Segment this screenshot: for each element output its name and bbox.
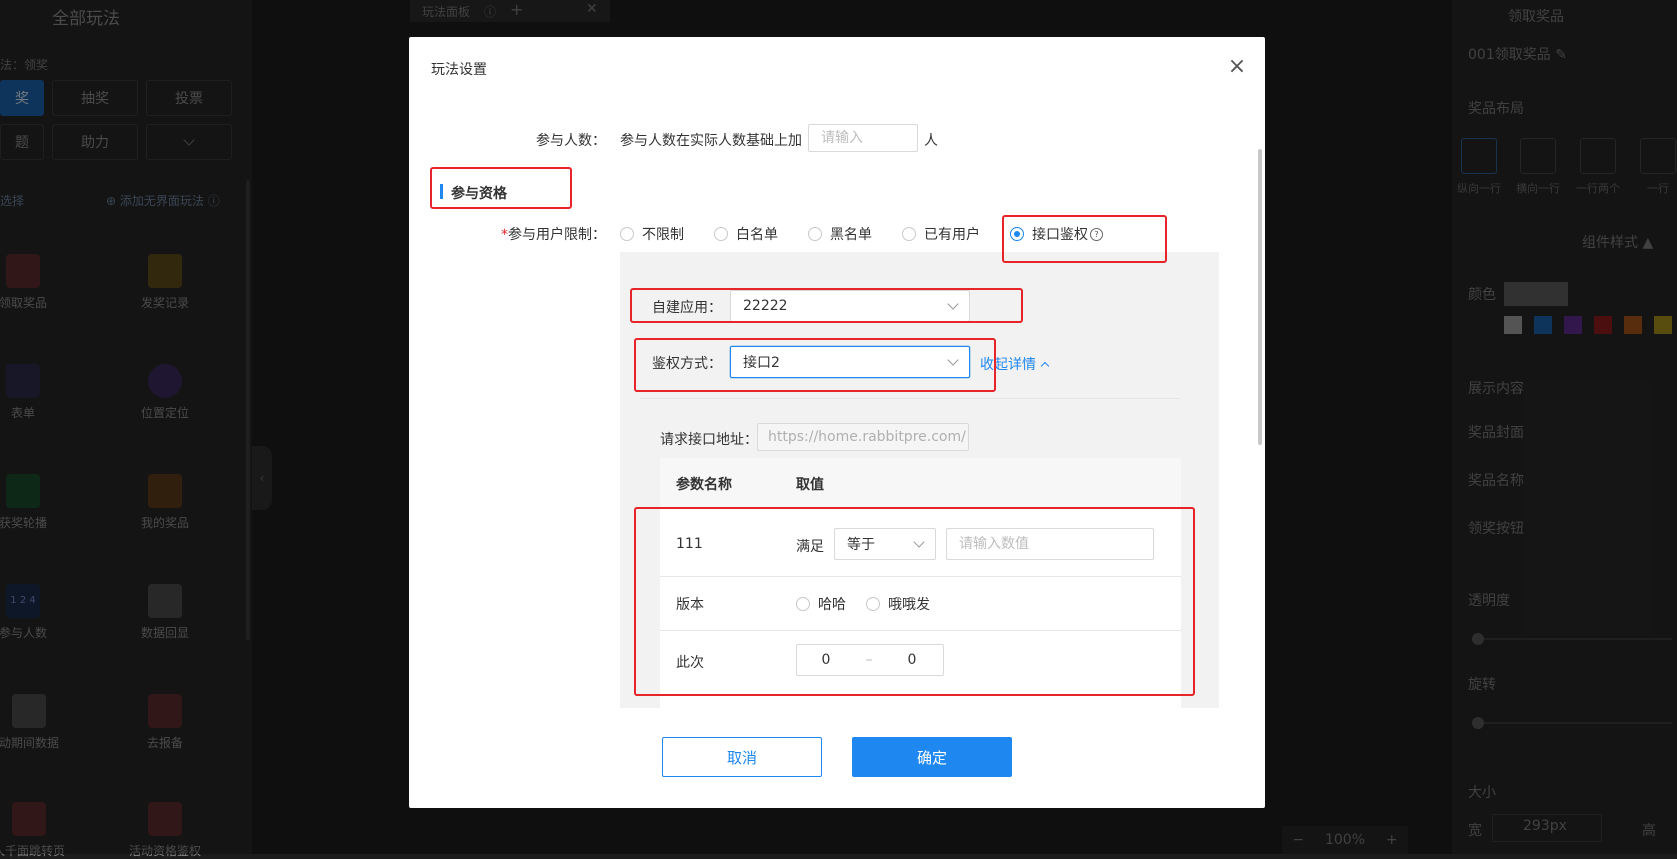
- radio-existing-users[interactable]: 已有用户: [902, 224, 980, 244]
- radio-circle-icon: [902, 227, 916, 241]
- auth-method-label: 鉴权方式：: [652, 356, 722, 372]
- participants-description: 参与人数在实际人数基础上加: [620, 133, 802, 149]
- self-app-value: 22222: [743, 298, 788, 314]
- request-url-label: 请求接口地址：: [660, 432, 758, 448]
- section-divider: [640, 398, 1180, 399]
- confirm-button[interactable]: 确定: [852, 737, 1012, 777]
- self-app-select[interactable]: 22222: [730, 290, 970, 322]
- radio-label: 哦哦发: [888, 597, 930, 613]
- participants-label: 参与人数：: [536, 133, 606, 149]
- operator-select[interactable]: 等于: [834, 528, 936, 560]
- radio-checked-icon: [1010, 227, 1024, 241]
- radio-oof[interactable]: 哦哦发: [866, 594, 930, 614]
- user-limit-label-text: 参与用户限制：: [508, 227, 606, 243]
- radio-blacklist[interactable]: 黑名单: [808, 224, 872, 244]
- chevron-down-icon: [913, 536, 925, 548]
- auth-method-select[interactable]: 接口2: [730, 346, 970, 378]
- collapse-details-link[interactable]: 收起详情: [980, 354, 1050, 374]
- col-param-name: 参数名称: [676, 477, 732, 493]
- chevron-up-icon: [1040, 361, 1050, 370]
- row-divider: [660, 576, 1181, 577]
- radio-api-auth[interactable]: 接口鉴权?: [1010, 224, 1103, 244]
- section-accent-bar: [440, 184, 443, 199]
- radio-circle-icon: [620, 227, 634, 241]
- radio-circle-icon: [796, 597, 810, 611]
- chevron-down-icon: [947, 354, 959, 366]
- self-app-label: 自建应用：: [652, 300, 722, 316]
- radio-whitelist[interactable]: 白名单: [714, 224, 778, 244]
- param-table-header: 参数名称 取值: [660, 458, 1181, 508]
- radio-label: 黑名单: [830, 227, 872, 243]
- required-mark: *: [501, 227, 508, 243]
- dialog-scrollbar[interactable]: [1258, 149, 1262, 445]
- value-input[interactable]: [946, 528, 1154, 560]
- range-input: 0 – 0: [796, 644, 944, 676]
- param-table: 参数名称 取值 111 满足 等于 版本 哈哈 哦哦发 此次 0 – 0: [660, 458, 1181, 708]
- radio-circle-icon: [866, 597, 880, 611]
- radio-label: 白名单: [736, 227, 778, 243]
- section-title: 参与资格: [451, 186, 507, 202]
- radio-haha[interactable]: 哈哈: [796, 594, 846, 614]
- collapse-details-label: 收起详情: [980, 357, 1036, 373]
- radio-unlimited[interactable]: 不限制: [620, 224, 684, 244]
- range-from-input[interactable]: 0: [797, 652, 855, 668]
- param-name-cell: 111: [676, 536, 703, 552]
- param-name-cell: 此次: [676, 655, 704, 671]
- request-url-input: https://home.rabbitpre.com/: [757, 423, 969, 451]
- radio-label: 接口鉴权: [1032, 227, 1088, 243]
- cancel-button[interactable]: 取消: [662, 737, 822, 777]
- help-icon[interactable]: ?: [1090, 227, 1103, 241]
- radio-circle-icon: [808, 227, 822, 241]
- radio-circle-icon: [714, 227, 728, 241]
- participants-input[interactable]: [808, 124, 918, 152]
- auth-method-value: 接口2: [743, 355, 780, 371]
- param-name-cell: 版本: [676, 597, 704, 613]
- condition-label: 满足: [796, 539, 824, 555]
- radio-label: 已有用户: [924, 227, 980, 243]
- col-param-value: 取值: [796, 477, 824, 493]
- radio-label: 不限制: [642, 227, 684, 243]
- range-separator: –: [865, 652, 873, 668]
- user-limit-label: *参与用户限制：: [470, 224, 606, 244]
- participants-unit: 人: [924, 133, 938, 149]
- radio-label: 哈哈: [818, 597, 846, 613]
- dialog-title: 玩法设置: [431, 62, 487, 78]
- close-icon[interactable]: ×: [1225, 55, 1249, 79]
- row-divider: [660, 630, 1181, 631]
- operator-value: 等于: [847, 537, 875, 553]
- chevron-down-icon: [947, 298, 959, 310]
- range-to-input[interactable]: 0: [883, 652, 941, 668]
